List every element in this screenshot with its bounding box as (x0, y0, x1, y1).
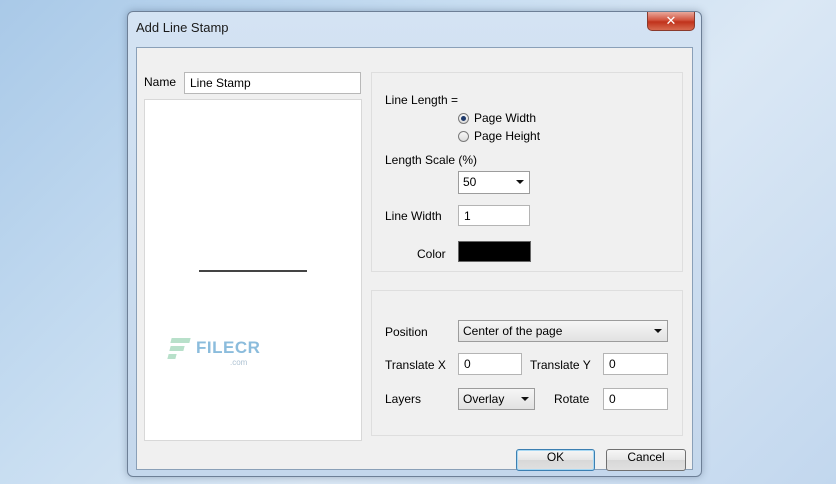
position-combo[interactable]: Center of the page (458, 320, 668, 342)
rotate-field[interactable] (603, 388, 668, 410)
radio-page-height[interactable]: Page Height (458, 129, 540, 143)
close-button[interactable]: ✕ (647, 12, 695, 31)
layers-label: Layers (385, 392, 422, 406)
placement-group: Position Center of the page Translate X … (371, 290, 683, 436)
layers-combo[interactable]: Overlay (458, 388, 535, 410)
chevron-down-icon (654, 329, 662, 333)
color-label: Color (417, 247, 446, 261)
ok-button[interactable]: OK (516, 449, 595, 471)
preview-line (199, 270, 307, 272)
watermark-logo-icon (167, 336, 191, 360)
length-scale-label: Length Scale (%) (385, 153, 478, 167)
name-label: Name (144, 75, 177, 89)
watermark: FILECR .com (167, 336, 261, 367)
name-field[interactable] (184, 72, 361, 94)
line-settings-group: Line Length = Page Width Page Height Len… (371, 72, 683, 272)
layers-value: Overlay (463, 392, 505, 406)
line-length-label: Line Length = (385, 93, 459, 107)
dialog-client-area: Name FILECR .com Line Length = Page Widt… (136, 47, 693, 471)
length-scale-value: 50 (463, 175, 477, 189)
position-value: Center of the page (463, 324, 563, 338)
chevron-down-icon (516, 180, 524, 184)
position-label: Position (385, 325, 428, 339)
dialog-title: Add Line Stamp (136, 20, 229, 35)
watermark-text: FILECR (196, 338, 261, 357)
radio-page-width[interactable]: Page Width (458, 111, 536, 125)
chevron-down-icon (521, 397, 529, 401)
radio-page-height-label: Page Height (474, 129, 541, 143)
translate-x-field[interactable] (458, 353, 522, 375)
length-scale-combo[interactable]: 50 (458, 171, 530, 194)
add-line-stamp-dialog: Add Line Stamp ✕ Name FILECR .com Line L… (127, 11, 702, 477)
translate-x-label: Translate X (385, 358, 446, 372)
line-width-field[interactable] (458, 205, 530, 226)
radio-page-width-label: Page Width (474, 111, 537, 125)
close-icon: ✕ (665, 13, 677, 28)
radio-dot (458, 130, 469, 142)
stamp-preview: FILECR .com (144, 99, 362, 441)
watermark-sub: .com (230, 358, 248, 367)
rotate-label: Rotate (554, 392, 590, 406)
line-width-label: Line Width (385, 209, 442, 223)
translate-y-label: Translate Y (530, 358, 591, 372)
cancel-button[interactable]: Cancel (606, 449, 686, 471)
translate-y-field[interactable] (603, 353, 668, 375)
title-bar[interactable]: Add Line Stamp ✕ (128, 12, 701, 42)
color-swatch[interactable] (458, 241, 531, 262)
radio-dot-checked (458, 112, 469, 124)
